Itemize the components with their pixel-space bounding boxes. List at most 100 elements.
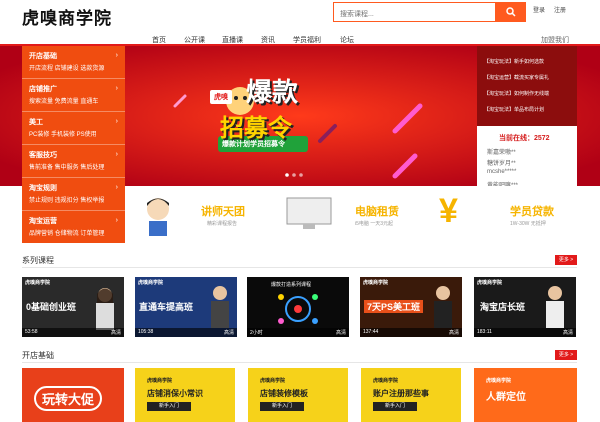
instructor-photo bbox=[546, 286, 564, 328]
menu-group-shop-basics[interactable]: 开店基础 › 开店流程 店铺建设 选款货源 bbox=[22, 46, 125, 79]
menu-subitems[interactable]: 搜索流量 免费流量 直通车 bbox=[29, 96, 98, 105]
card-subtitle: 新手入门 bbox=[260, 402, 304, 411]
menu-subitems[interactable]: 售前准备 售中服务 售后处理 bbox=[29, 162, 104, 171]
course-card[interactable]: 虎嗅商学院 淘宝店长班 183:11 高清 bbox=[474, 277, 576, 337]
card-brand: 虎嗅商学院 bbox=[486, 378, 512, 384]
feature-computer-rental[interactable]: 电脑租赁 i5电脑 一天3元起 bbox=[275, 186, 425, 243]
online-user: 糖饼岁月** bbox=[487, 161, 516, 167]
course-duration: 137:44 bbox=[363, 329, 379, 335]
online-count: 2572 bbox=[534, 135, 550, 142]
join-us-link[interactable]: 加盟我们 bbox=[541, 35, 569, 45]
online-counter: 当前在线：2572 bbox=[499, 133, 550, 143]
menu-subitems[interactable]: 禁止规则 违规扣分 售权举报 bbox=[29, 195, 104, 204]
course-brand: 虎嗅商学院 bbox=[363, 280, 389, 286]
banner-headline-2: 招募令 bbox=[220, 115, 292, 142]
basics-card[interactable]: 虎嗅商学院 人群定位 bbox=[474, 368, 577, 422]
notice-panel: 【淘宝玩法】新手如何选款 【淘宝运营】截流买家专属礼 【淘宝玩法】如何制作无线端… bbox=[477, 46, 577, 189]
nav-item-live[interactable]: 直播课 bbox=[222, 35, 243, 45]
course-card[interactable]: 虎嗅商学院 直通车提高班 105:38 高清 bbox=[135, 277, 237, 337]
news-item[interactable]: 【淘宝运营】截流买家专属礼 bbox=[484, 74, 549, 81]
news-item[interactable]: 【淘宝玩法】如何制作无线端 bbox=[484, 90, 549, 97]
banner-ribbon: 爆款计划学员招募令 bbox=[222, 141, 285, 148]
chevron-right-icon: › bbox=[115, 85, 118, 92]
basics-card[interactable]: 虎嗅商学院 店铺装修模板 新手入门 bbox=[248, 368, 348, 422]
news-list: 【淘宝玩法】新手如何选款 【淘宝运营】截流买家专属礼 【淘宝玩法】如何制作无线端… bbox=[477, 46, 577, 126]
menu-group-rules[interactable]: 淘宝规则 › 禁止规则 违规扣分 售权举报 bbox=[22, 178, 125, 211]
search-icon bbox=[505, 7, 516, 17]
news-item[interactable]: 【淘宝玩法】新手如何选款 bbox=[484, 58, 544, 65]
teacher-avatar-icon bbox=[147, 198, 169, 236]
menu-subitems[interactable]: 开店流程 店铺建设 选款货源 bbox=[29, 63, 104, 72]
chevron-right-icon: › bbox=[115, 151, 118, 158]
nav-item-open-course[interactable]: 公开课 bbox=[184, 35, 205, 45]
course-title: 0基础创业班 bbox=[26, 302, 77, 312]
feature-title: 电脑租赁 bbox=[355, 206, 399, 218]
chevron-right-icon: › bbox=[115, 118, 118, 125]
nav-item-welfare[interactable]: 学员福利 bbox=[293, 35, 321, 45]
card-brand: 虎嗅商学院 bbox=[147, 378, 173, 384]
card-brand: 虎嗅商学院 bbox=[260, 378, 286, 384]
banner-badge: 虎嗅 bbox=[210, 90, 232, 104]
menu-subitems[interactable]: PC装修 手机装修 PS使用 bbox=[29, 129, 97, 138]
card-title: 玩转大促 bbox=[34, 386, 103, 411]
menu-subitems[interactable]: 品牌营销 仓储物流 订单管理 bbox=[29, 228, 104, 237]
feature-teachers[interactable]: 讲师天团 精彩课程报告 bbox=[125, 186, 245, 243]
basics-section-header: 开店基础 更多 > bbox=[22, 349, 577, 363]
course-quality-tag: 高清 bbox=[110, 330, 121, 336]
instructor-photo bbox=[434, 286, 452, 328]
course-footer: 183:11 高清 bbox=[474, 328, 576, 337]
course-card[interactable]: 虎嗅商学院 7天PS美工班 137:44 高清 bbox=[360, 277, 462, 337]
menu-group-design[interactable]: 美工 › PC装修 手机装修 PS使用 bbox=[22, 112, 125, 145]
course-brand: 虎嗅商学院 bbox=[138, 280, 164, 286]
category-menu: 开店基础 › 开店流程 店铺建设 选款货源 店铺推广 › 搜索流量 免费流量 直… bbox=[22, 46, 125, 243]
basics-card[interactable]: 虎嗅商学院 店铺消保小常识 新手入门 bbox=[135, 368, 235, 422]
main-nav: 首页 公开课 直播课 资讯 学员福利 论坛 加盟我们 bbox=[0, 30, 600, 46]
feature-loan[interactable]: ¥ 学员贷款 1W-30W 无抵押 bbox=[425, 186, 577, 243]
menu-group-service[interactable]: 客服技巧 › 售前准备 售中服务 售后处理 bbox=[22, 145, 125, 178]
news-item[interactable]: 【淘宝玩法】单品布局计划 bbox=[484, 106, 544, 113]
feature-strip: 讲师天团 精彩课程报告 电脑租赁 i5电脑 一天3元起 ¥ 学员贷款 1W-30… bbox=[125, 186, 577, 243]
nav-item-home[interactable]: 首页 bbox=[152, 35, 166, 45]
menu-group-operation[interactable]: 淘宝运营 › 品牌营销 仓储物流 订单管理 bbox=[22, 211, 125, 244]
menu-title: 淘宝规则 bbox=[29, 185, 57, 192]
yuan-icon: ¥ bbox=[439, 192, 458, 230]
course-footer: 53:58 高清 bbox=[22, 328, 124, 337]
course-card[interactable]: 虎嗅商学院 0基础创业班 53:58 高清 bbox=[22, 277, 124, 337]
course-title: 7天PS美工班 bbox=[364, 300, 424, 313]
banner-headline-1: 爆款 bbox=[246, 77, 299, 107]
card-subtitle: 新手入门 bbox=[373, 402, 417, 411]
chevron-right-icon: › bbox=[115, 184, 118, 191]
search-input[interactable] bbox=[334, 5, 492, 24]
instructor-photo bbox=[211, 286, 229, 328]
nav-item-forum[interactable]: 论坛 bbox=[340, 35, 354, 45]
more-button[interactable]: 更多 > bbox=[555, 350, 577, 360]
basics-card[interactable]: 玩转大促 bbox=[22, 368, 124, 422]
course-footer: 105:38 高清 bbox=[135, 328, 237, 337]
course-quality-tag: 高清 bbox=[448, 330, 459, 336]
course-duration: 53:58 bbox=[25, 329, 38, 335]
course-quality-tag: 高清 bbox=[562, 330, 573, 336]
feature-title: 讲师天团 bbox=[201, 206, 245, 218]
login-link[interactable]: 登录 bbox=[533, 5, 545, 14]
search-button[interactable] bbox=[495, 2, 526, 22]
search-box bbox=[333, 2, 526, 24]
online-user: mcshe***** bbox=[487, 169, 517, 175]
nav-item-news[interactable]: 资讯 bbox=[261, 35, 275, 45]
more-button[interactable]: 更多 > bbox=[555, 255, 577, 265]
monitor-icon bbox=[286, 197, 332, 229]
course-graphic bbox=[278, 294, 318, 324]
feature-subtitle: 1W-30W 无抵押 bbox=[510, 221, 546, 227]
card-brand: 虎嗅商学院 bbox=[373, 378, 399, 384]
course-duration: 183:11 bbox=[477, 329, 492, 335]
course-card[interactable]: 爆款打造系列课程 2小时 高清 bbox=[247, 277, 349, 337]
instructor-photo bbox=[96, 288, 114, 330]
menu-group-promotion[interactable]: 店铺推广 › 搜索流量 免费流量 直通车 bbox=[22, 79, 125, 112]
feature-subtitle: 精彩课程报告 bbox=[207, 221, 238, 227]
menu-title: 美工 bbox=[29, 119, 43, 126]
basics-card[interactable]: 虎嗅商学院 账户注册那些事 新手入门 bbox=[361, 368, 461, 422]
course-quality-tag: 高清 bbox=[335, 330, 346, 336]
online-label: 当前在线： bbox=[499, 135, 534, 142]
card-title: 店铺装修模板 bbox=[260, 389, 308, 398]
site-logo[interactable]: 虎嗅商学院 bbox=[22, 4, 112, 29]
register-link[interactable]: 注册 bbox=[554, 5, 566, 14]
